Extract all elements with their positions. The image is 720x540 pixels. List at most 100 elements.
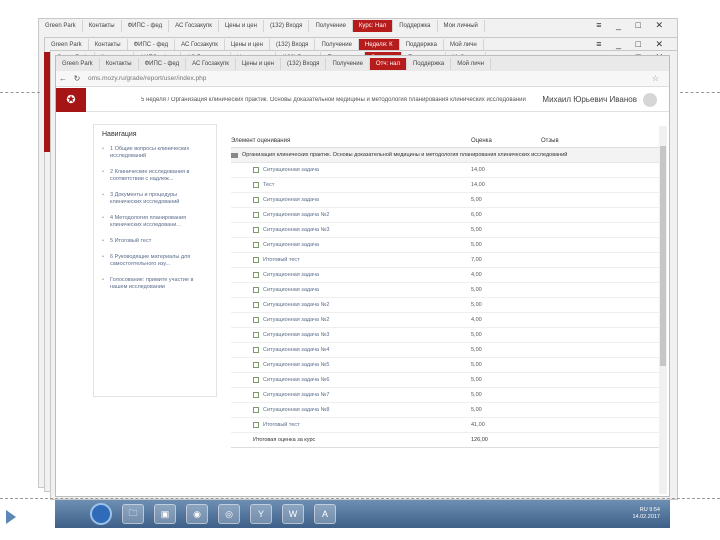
- navigation-item[interactable]: 5 Итоговый тест: [102, 238, 208, 245]
- browser-tab[interactable]: Отч: нал: [369, 57, 407, 70]
- acrobat-icon[interactable]: A: [314, 504, 336, 524]
- column-header-feedback: Отзыв: [541, 137, 559, 144]
- browser-tab[interactable]: Получение: [309, 20, 353, 32]
- browser-tab[interactable]: (132) Входя: [281, 57, 327, 70]
- grade-item-link[interactable]: Ситуационная задача №2: [263, 317, 329, 323]
- browser-tab[interactable]: (132) Входя: [264, 20, 310, 32]
- grade-item-link[interactable]: Ситуационная задача №3: [263, 332, 329, 338]
- back-arrow-icon[interactable]: ←: [56, 74, 70, 83]
- browser-tab[interactable]: Поддержка: [407, 57, 452, 70]
- avatar[interactable]: [643, 92, 657, 107]
- grade-value: 5,00: [471, 227, 482, 233]
- taskbar: 🗀 ▣ ◉ ◎ Y W A RU 9:54 14.02.2017: [55, 500, 670, 528]
- table-row: Ситуационная задача №7 5,00: [231, 388, 661, 403]
- browser-tab[interactable]: Контакты: [83, 20, 122, 32]
- grade-value: 5,00: [471, 362, 482, 368]
- user-name[interactable]: Михаил Юрьевич Иванов: [542, 95, 637, 104]
- table-header: Элемент оценивания Оценка Отзыв: [231, 134, 661, 148]
- scrollbar[interactable]: [659, 126, 667, 494]
- window-controls-back-1[interactable]: ≡ _ □ ✕: [596, 20, 669, 31]
- grade-item-link[interactable]: Ситуационная задача №2: [263, 212, 329, 218]
- university-logo[interactable]: ✪: [56, 87, 86, 112]
- browser-tab[interactable]: ФИПС - фед: [139, 57, 187, 70]
- browser-tab[interactable]: Цены и цен: [236, 57, 281, 70]
- table-row: Ситуационная задача №2 5,00: [231, 298, 661, 313]
- scrollbar-thumb[interactable]: [660, 146, 666, 366]
- language-indicator[interactable]: RU: [640, 507, 648, 513]
- grade-item-link[interactable]: Ситуационная задача: [263, 167, 319, 173]
- quiz-icon: [253, 392, 259, 398]
- quiz-icon: [253, 227, 259, 233]
- category-row: Организация клинических практик. Основы …: [231, 148, 661, 163]
- grade-item-link[interactable]: Ситуационная задача №4: [263, 347, 329, 353]
- system-tray[interactable]: RU 9:54 14.02.2017: [632, 507, 660, 521]
- grade-value: 41,00: [471, 422, 485, 428]
- grade-item-link[interactable]: Ситуационная задача №5: [263, 362, 329, 368]
- table-row: Ситуационная задача 4,00: [231, 268, 661, 283]
- grade-item-link[interactable]: Ситуационная задача №2: [263, 302, 329, 308]
- table-row: Итоговый тест 41,00: [231, 418, 661, 433]
- table-row: Ситуационная задача №5 5,00: [231, 358, 661, 373]
- grade-value: 5,00: [471, 407, 482, 413]
- site-header: ✪ 5 неделя / Организация клинических пра…: [56, 87, 669, 112]
- grade-value: 5,00: [471, 302, 482, 308]
- browser-tab[interactable]: ФИПС - фед: [122, 20, 170, 32]
- browser-tab[interactable]: Мои личный: [438, 20, 485, 32]
- table-row: Ситуационная задача №8 5,00: [231, 403, 661, 418]
- grade-value: 5,00: [471, 347, 482, 353]
- browser-tab[interactable]: Green Park: [39, 20, 83, 32]
- browser-tab[interactable]: АС Госзакупк: [169, 20, 219, 32]
- table-row: Ситуационная задача №2 6,00: [231, 208, 661, 223]
- browser-tab[interactable]: АС Госзакупк: [186, 57, 236, 70]
- course-total-label: Итоговая оценка за курс: [253, 437, 316, 443]
- grade-item-link[interactable]: Ситуационная задача: [263, 272, 319, 278]
- navigation-item[interactable]: 4 Методология планирования клинических и…: [102, 215, 208, 229]
- media-player-icon[interactable]: ▣: [154, 504, 176, 524]
- navigation-item[interactable]: Голосование: примите участие в нашем исс…: [102, 277, 208, 291]
- navigation-item[interactable]: 3 Документы и процедуры клинических иссл…: [102, 192, 208, 206]
- grade-item-link[interactable]: Ситуационная задача: [263, 197, 319, 203]
- breadcrumb[interactable]: 5 неделя / Организация клинических практ…: [141, 97, 536, 103]
- navigation-item[interactable]: 1 Общие вопросы клинических исследований: [102, 146, 208, 160]
- grade-item-link[interactable]: Итоговый тест: [263, 422, 300, 428]
- folder-icon: [231, 152, 238, 158]
- grade-item-link[interactable]: Итоговый тест: [263, 257, 300, 263]
- browser-tab[interactable]: Поддержка: [393, 20, 438, 32]
- file-explorer-icon[interactable]: 🗀: [122, 504, 144, 524]
- quiz-icon: [253, 167, 259, 173]
- navigation-item[interactable]: 2 Клинические исследования в соответстви…: [102, 169, 208, 183]
- grade-item-link[interactable]: Тест: [263, 182, 274, 188]
- grade-item-link[interactable]: Ситуационная задача: [263, 287, 319, 293]
- url-field[interactable]: oms.mozy.ru/grade/report/user/index.php: [88, 75, 206, 82]
- navigation-item[interactable]: 6 Руководящие материалы для самостоятель…: [102, 254, 208, 268]
- table-row: Ситуационная задача 5,00: [231, 193, 661, 208]
- grade-item-link[interactable]: Ситуационная задача №8: [263, 407, 329, 413]
- browser-tab[interactable]: Курс: Нал: [352, 20, 394, 32]
- grade-report-table: Элемент оценивания Оценка Отзыв Организа…: [231, 134, 661, 448]
- grade-item-cell: Итоговый тест: [231, 422, 471, 428]
- browser-icon-2[interactable]: ◎: [218, 504, 240, 524]
- quiz-icon: [253, 182, 259, 188]
- browser-tab[interactable]: Контакты: [100, 57, 139, 70]
- word-icon[interactable]: W: [282, 504, 304, 524]
- grade-value: 5,00: [471, 197, 482, 203]
- grade-item-link[interactable]: Ситуационная задача №7: [263, 392, 329, 398]
- browser-tab[interactable]: Получение: [326, 57, 370, 70]
- browser-tab[interactable]: Green Park: [56, 57, 100, 70]
- play-arrow-icon: [6, 510, 16, 524]
- grade-value: 5,00: [471, 377, 482, 383]
- window-controls-back-2[interactable]: ≡ _ □ ✕: [596, 39, 669, 50]
- browser-tab[interactable]: Цены и цен: [219, 20, 264, 32]
- browser-tab[interactable]: Мой личн: [451, 57, 491, 70]
- browser-icon-3[interactable]: Y: [250, 504, 272, 524]
- grade-item-link[interactable]: Ситуационная задача №6: [263, 377, 329, 383]
- table-row: Ситуационная задача №4 5,00: [231, 343, 661, 358]
- start-button[interactable]: [90, 503, 112, 525]
- browser-icon-1[interactable]: ◉: [186, 504, 208, 524]
- bookmark-star-icon[interactable]: ☆: [652, 74, 659, 83]
- divider-line-bottom: [0, 498, 720, 499]
- grade-item-link[interactable]: Ситуационная задача №3: [263, 227, 329, 233]
- reload-icon[interactable]: ↻: [70, 74, 84, 83]
- quiz-icon: [253, 212, 259, 218]
- grade-item-link[interactable]: Ситуационная задача: [263, 242, 319, 248]
